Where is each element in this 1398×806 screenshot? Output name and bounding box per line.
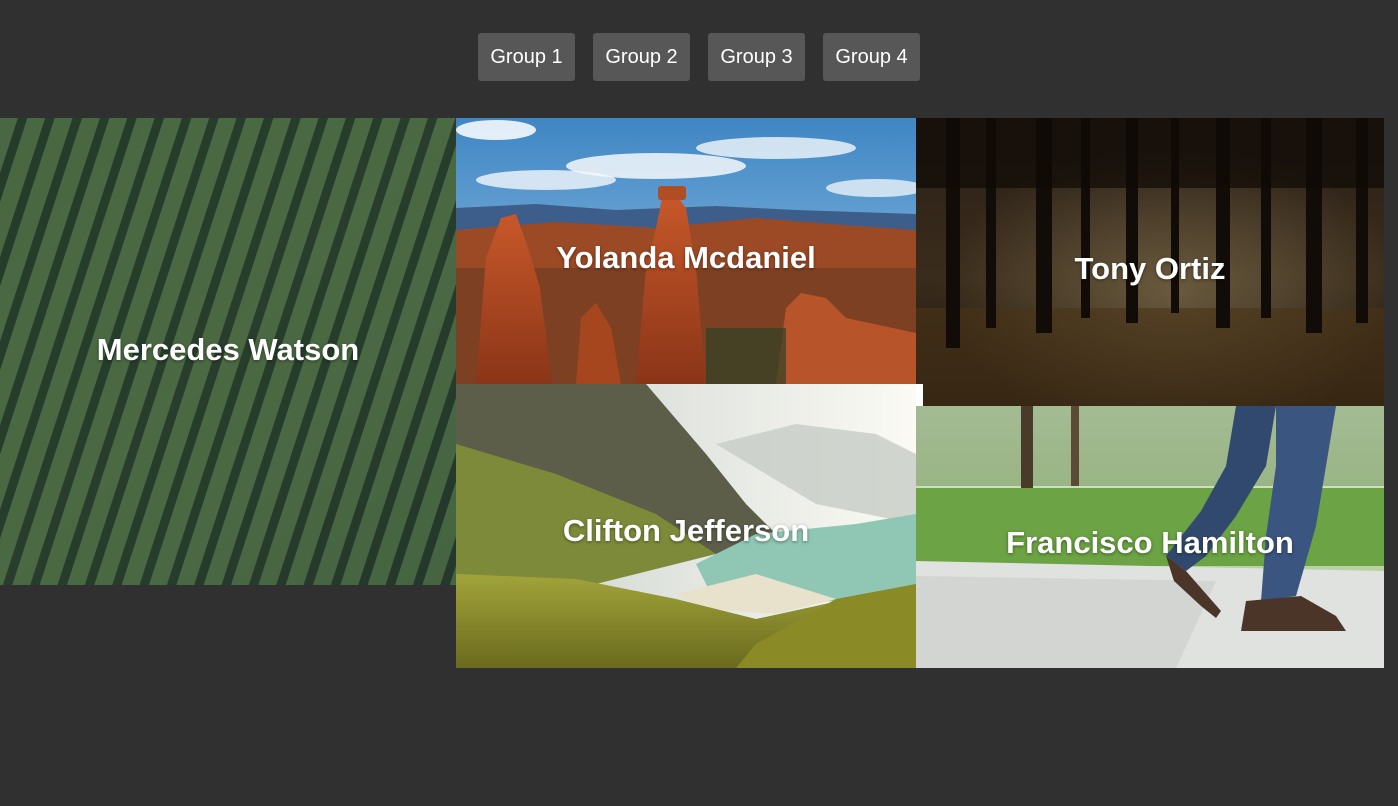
tab-group-2[interactable]: Group 2 <box>593 33 690 81</box>
tab-group-4[interactable]: Group 4 <box>823 33 920 81</box>
tab-group-3[interactable]: Group 3 <box>708 33 805 81</box>
tab-group-1[interactable]: Group 1 <box>478 33 575 81</box>
gallery-item-francisco-hamilton[interactable]: Francisco Hamilton <box>916 406 1384 668</box>
item-name: Yolanda Mcdaniel <box>556 240 816 275</box>
item-name: Tony Ortiz <box>1074 251 1226 286</box>
gallery-item-mercedes-watson[interactable]: Mercedes Watson <box>0 118 456 585</box>
gallery-item-yolanda-mcdaniel[interactable]: Yolanda Mcdaniel <box>456 118 916 384</box>
item-name: Francisco Hamilton <box>1006 525 1294 560</box>
item-name: Clifton Jefferson <box>562 513 810 548</box>
item-name: Mercedes Watson <box>96 332 360 367</box>
gap-strip <box>916 384 923 406</box>
gallery-item-clifton-jefferson[interactable]: Clifton Jefferson <box>456 384 916 668</box>
gallery-item-tony-ortiz[interactable]: Tony Ortiz <box>916 118 1384 406</box>
group-tabs: Group 1 Group 2 Group 3 Group 4 <box>0 33 1398 81</box>
